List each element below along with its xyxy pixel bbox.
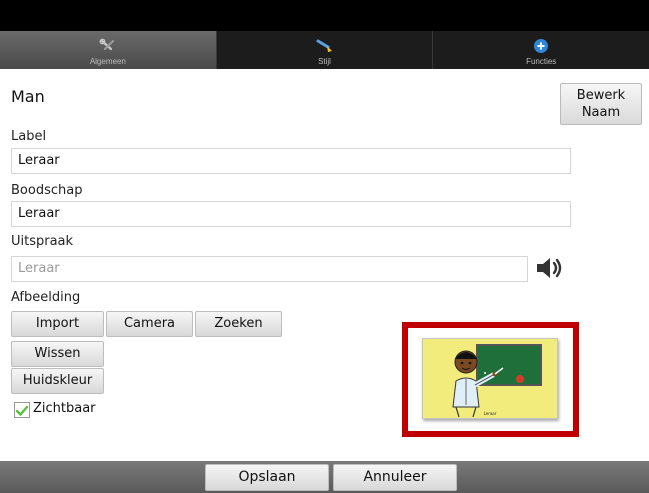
checkmark-icon: [15, 405, 29, 416]
tab-algemeen[interactable]: Algemeen: [0, 31, 217, 69]
symbol-caption: Leraar: [483, 411, 497, 416]
page-title: Man: [11, 87, 45, 106]
import-button[interactable]: Import: [11, 311, 104, 337]
tab-label: Algemeen: [89, 57, 126, 66]
cancel-button[interactable]: Annuleer: [333, 464, 457, 491]
message-field[interactable]: Leraar: [11, 201, 571, 227]
tab-label: Stijl: [318, 57, 331, 66]
label-field[interactable]: Leraar: [11, 148, 571, 174]
edit-name-line2: Naam: [581, 105, 621, 120]
tab-bar: Algemeen Stijl Functies: [0, 31, 649, 69]
clear-button[interactable]: Wissen: [11, 341, 104, 367]
speaker-icon[interactable]: [535, 255, 567, 281]
search-button[interactable]: Zoeken: [195, 311, 282, 337]
plus-circle-icon: [532, 38, 550, 54]
edit-name-line1: Bewerk: [576, 88, 626, 103]
skin-color-button[interactable]: Huidskleur: [11, 368, 104, 394]
pronunciation-field[interactable]: Leraar: [11, 256, 528, 282]
tab-stijl[interactable]: Stijl: [217, 31, 434, 69]
visible-checkbox[interactable]: [14, 402, 30, 418]
teacher-picture: [452, 344, 542, 418]
message-caption: Boodschap: [11, 183, 83, 198]
save-button[interactable]: Opslaan: [205, 464, 329, 491]
symbol-image[interactable]: Leraar: [422, 338, 558, 419]
status-bar: [0, 0, 649, 31]
edit-name-button[interactable]: Bewerk Naam: [560, 83, 642, 125]
tab-label: Functies: [526, 57, 557, 66]
tab-functies[interactable]: Functies: [433, 31, 649, 69]
edit-panel: Man Bewerk Naam Label Leraar Boodschap L…: [0, 69, 649, 461]
image-caption: Afbeelding: [11, 290, 81, 305]
paint-brush-icon: [316, 38, 334, 54]
wrench-screwdriver-icon: [99, 38, 117, 54]
visible-checkbox-label: Zichtbaar: [33, 401, 96, 416]
pronunciation-caption: Uitspraak: [11, 234, 74, 249]
label-caption: Label: [11, 129, 47, 144]
footer-bar: Opslaan Annuleer: [0, 461, 649, 493]
camera-button[interactable]: Camera: [106, 311, 193, 337]
